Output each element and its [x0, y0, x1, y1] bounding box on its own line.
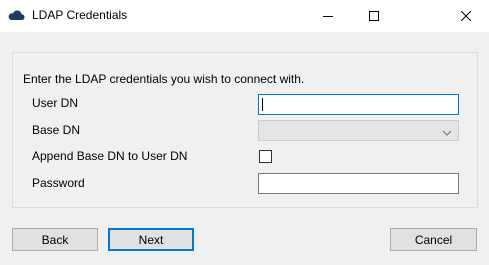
ldap-credentials-dialog: LDAP Credentials Enter the LDAP credenti… [0, 0, 489, 265]
maximize-icon [369, 11, 379, 21]
password-input[interactable] [258, 173, 459, 194]
cloud-icon [8, 9, 25, 21]
password-label: Password [32, 176, 85, 190]
text-caret [262, 98, 263, 111]
maximize-button[interactable] [351, 0, 397, 32]
window-title: LDAP Credentials [32, 8, 128, 22]
instruction-text: Enter the LDAP credentials you wish to c… [23, 72, 305, 86]
append-base-dn-label: Append Base DN to User DN [32, 149, 188, 163]
append-base-dn-checkbox[interactable] [259, 150, 272, 163]
minimize-icon [323, 11, 333, 21]
base-dn-label: Base DN [32, 123, 81, 137]
next-button[interactable]: Next [108, 228, 194, 251]
credentials-panel: Enter the LDAP credentials you wish to c… [12, 52, 478, 208]
title-bar[interactable]: LDAP Credentials [0, 0, 489, 32]
chevron-down-icon [442, 126, 452, 136]
close-icon [461, 11, 471, 21]
base-dn-dropdown[interactable] [258, 120, 459, 141]
cancel-button[interactable]: Cancel [390, 228, 477, 251]
minimize-button[interactable] [305, 0, 351, 32]
user-dn-input[interactable] [258, 94, 459, 115]
user-dn-label: User DN [32, 96, 79, 110]
close-button[interactable] [443, 0, 489, 32]
back-button[interactable]: Back [12, 228, 98, 251]
